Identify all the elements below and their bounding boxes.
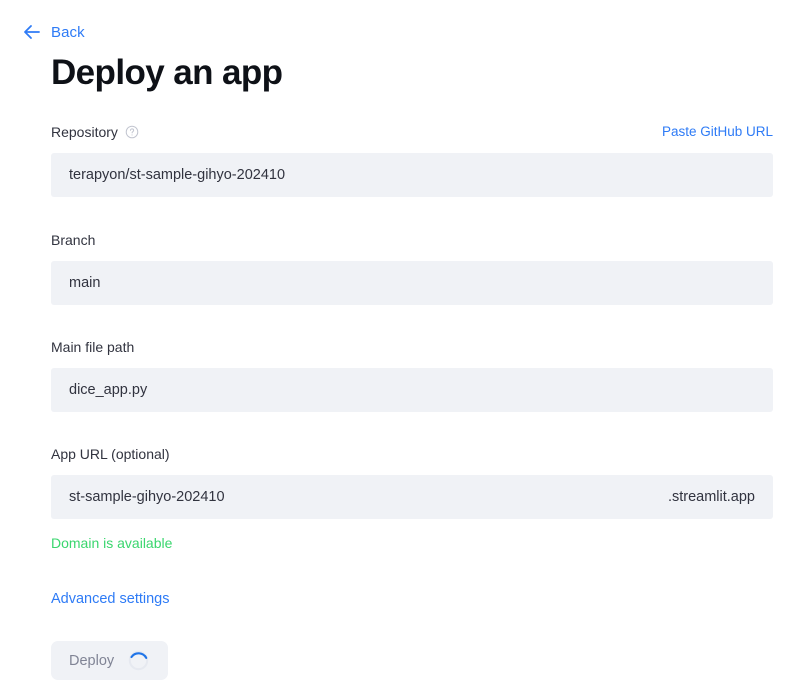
field-app-url: App URL (optional) st-sample-gihyo-20241… [51, 444, 773, 552]
field-label-row-main-file-path: Main file path [51, 337, 773, 357]
field-label-main-file-path: Main file path [51, 338, 134, 356]
field-label-branch: Branch [51, 231, 95, 249]
back-label: Back [51, 25, 85, 40]
spacer [51, 412, 773, 444]
field-label-app-url: App URL (optional) [51, 445, 170, 463]
back-link[interactable]: Back [22, 22, 85, 42]
spacer [51, 197, 773, 230]
field-main-file-path: Main file path dice_app.py [51, 337, 773, 412]
field-label-group-main-file-path: Main file path [51, 338, 134, 356]
spacer [51, 305, 773, 337]
field-label-repository: Repository [51, 123, 118, 141]
deploy-app-page: Back Deploy an app Repository Paste GitH [0, 0, 800, 675]
branch-input-value: main [69, 273, 755, 293]
arrow-left-icon [22, 22, 42, 42]
main-file-path-input-value: dice_app.py [69, 380, 755, 400]
app-url-input-value: st-sample-gihyo-202410 [69, 487, 656, 507]
field-label-group-app-url: App URL (optional) [51, 445, 170, 463]
field-label-row-app-url: App URL (optional) [51, 444, 773, 464]
field-repository: Repository Paste GitHub URL terapyon/st-… [51, 122, 773, 197]
deploy-button-row: Deploy [51, 641, 773, 680]
field-branch: Branch main [51, 230, 773, 305]
repository-input[interactable]: terapyon/st-sample-gihyo-202410 [51, 153, 773, 197]
question-circle-icon[interactable] [125, 125, 139, 139]
branch-input[interactable]: main [51, 261, 773, 305]
field-label-group-branch: Branch [51, 231, 95, 249]
deploy-button-label: Deploy [69, 652, 114, 670]
main-file-path-input[interactable]: dice_app.py [51, 368, 773, 412]
paste-github-url-link[interactable]: Paste GitHub URL [662, 123, 773, 141]
field-label-group-repository: Repository [51, 123, 139, 141]
page-title: Deploy an app [51, 52, 282, 94]
loading-spinner-icon [128, 650, 149, 671]
advanced-settings-link[interactable]: Advanced settings [51, 590, 170, 608]
repository-input-value: terapyon/st-sample-gihyo-202410 [69, 165, 755, 185]
app-url-domain-suffix: .streamlit.app [656, 487, 755, 507]
app-url-input[interactable]: st-sample-gihyo-202410 .streamlit.app [51, 475, 773, 519]
deploy-button[interactable]: Deploy [51, 641, 168, 680]
field-label-row-branch: Branch [51, 230, 773, 250]
deploy-form: Repository Paste GitHub URL terapyon/st-… [51, 122, 773, 680]
domain-status-message: Domain is available [51, 534, 773, 552]
field-label-row-repository: Repository Paste GitHub URL [51, 122, 773, 142]
